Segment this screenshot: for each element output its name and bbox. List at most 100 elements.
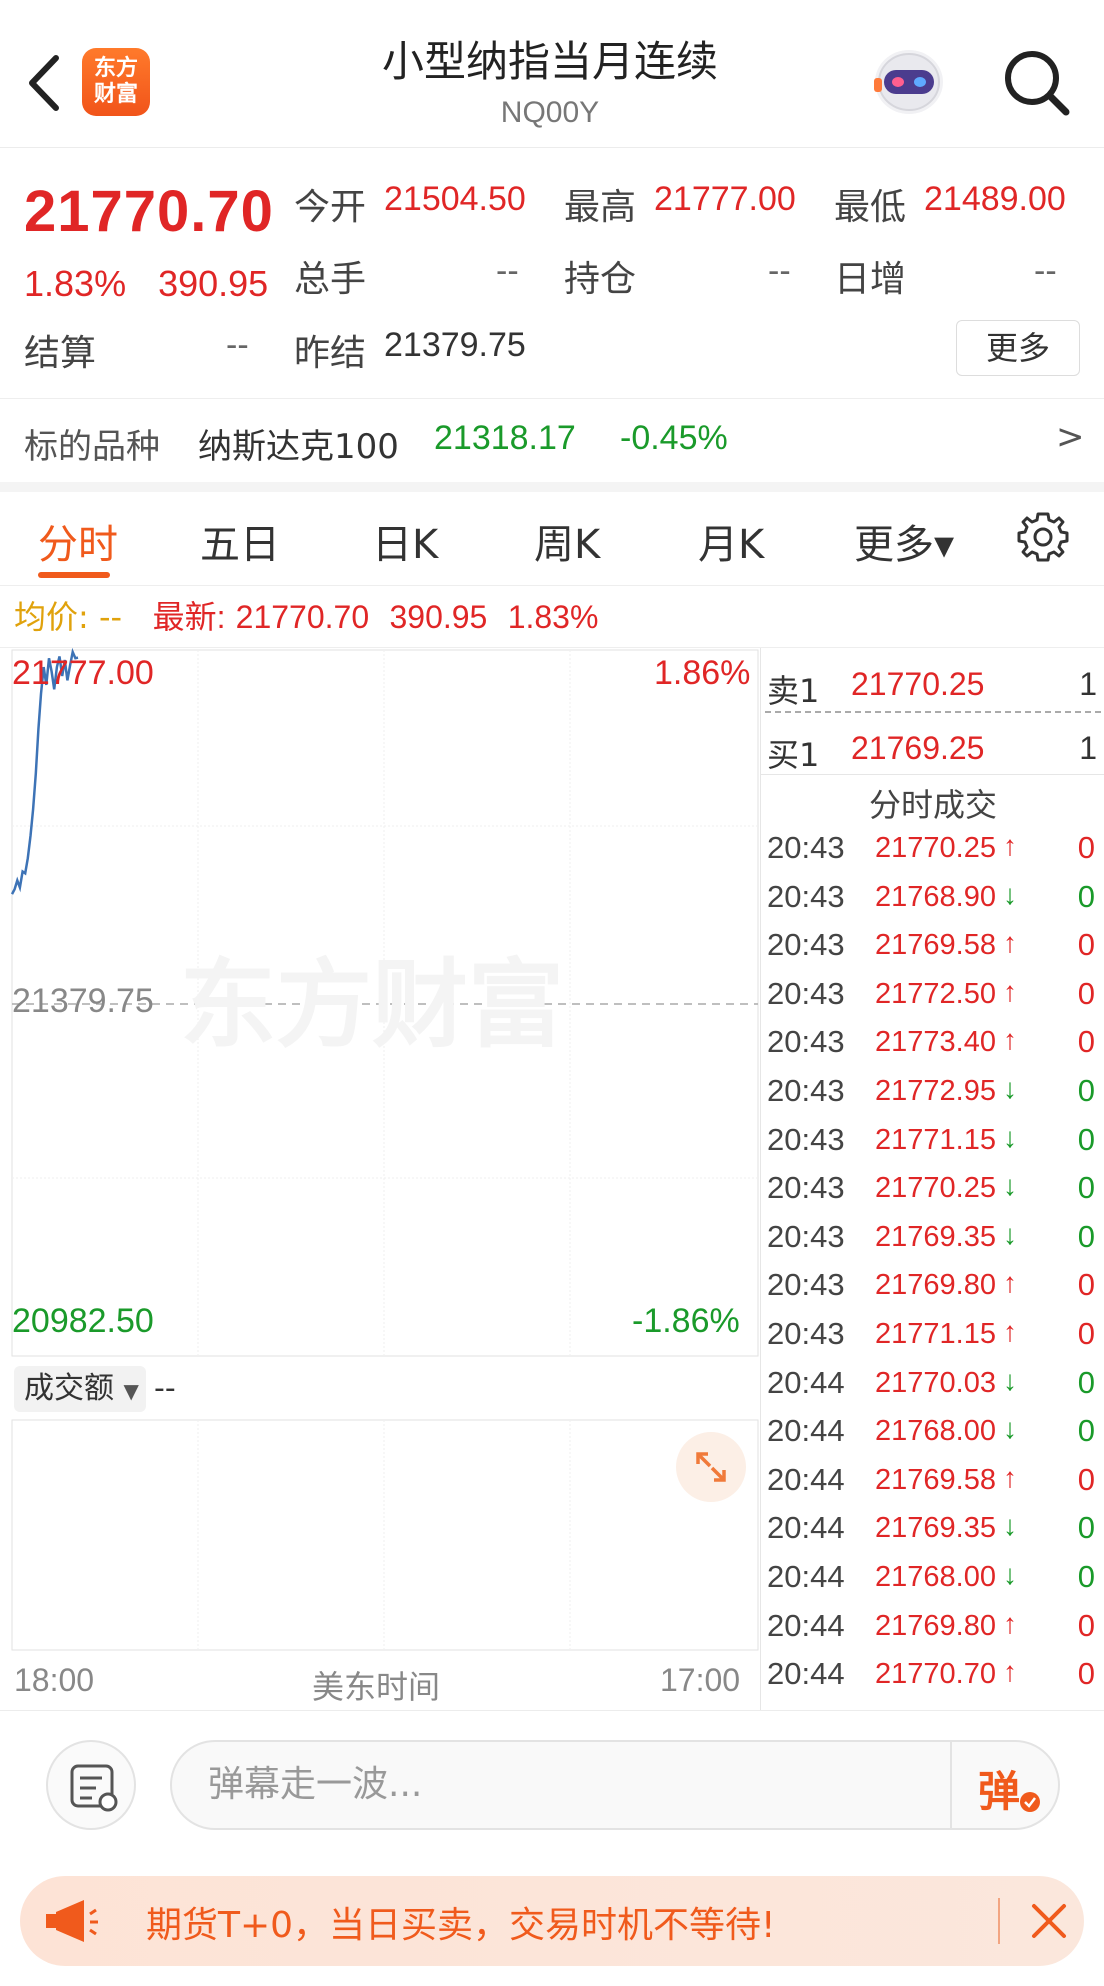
last-price: 21770.70 <box>24 179 274 244</box>
tick-volume: 0 <box>1077 1461 1095 1497</box>
price-change: 1.83% 390.95 <box>24 263 290 305</box>
ask-row[interactable]: 卖1 21770.25 1 <box>761 652 1104 714</box>
volume-value: -- <box>154 1371 176 1406</box>
arrow-down-icon: ↓ <box>1003 1510 1017 1542</box>
change-amount: 390.95 <box>158 263 269 304</box>
expand-icon <box>696 1452 726 1482</box>
tick-time: 20:43 <box>767 1267 845 1303</box>
arrow-down-icon: ↓ <box>1003 1073 1017 1104</box>
tick-price: 21770.25 <box>875 832 996 864</box>
arrow-up-icon: ↑ <box>1003 1656 1017 1688</box>
more-quote-button[interactable]: 更多 <box>956 320 1080 376</box>
tick-price: 21768.00 <box>875 1561 996 1593</box>
tick-time: 20:44 <box>767 1413 845 1449</box>
orderbook-divider <box>765 711 1101 713</box>
bid-quantity: 1 <box>1079 730 1097 766</box>
arrow-down-icon: ↓ <box>1003 1218 1017 1250</box>
search-icon <box>1005 51 1070 116</box>
back-button[interactable] <box>22 48 66 118</box>
latest-change: 390.95 <box>389 599 488 635</box>
tick-price: 21769.80 <box>875 1609 996 1642</box>
danmu-send-label: 弹 <box>978 1767 1021 1816</box>
underlying-change: -0.45% <box>620 419 728 457</box>
underlying-name: 纳斯达克100 <box>198 427 399 467</box>
tick-volume: 0 <box>1077 878 1095 914</box>
danmu-settings-button[interactable] <box>46 1740 136 1830</box>
arrow-up-icon: ↑ <box>1003 1461 1017 1493</box>
bid-row[interactable]: 买1 21769.25 1 <box>761 716 1104 778</box>
bid-price: 21769.25 <box>851 730 985 766</box>
tick-row: 20:43 21768.90 ↓ 0 <box>761 873 1104 922</box>
fullscreen-button[interactable] <box>676 1432 746 1502</box>
high-label: 最高 <box>564 187 637 228</box>
y-axis-bottom: 20982.50 <box>12 1302 154 1340</box>
time-axis-end: 17:00 <box>660 1662 741 1698</box>
intraday-chart[interactable]: 东方财富 21777.00 1.86% 21379.75 20982.50 -1… <box>0 648 760 1358</box>
tick-price: 21769.58 <box>875 1463 996 1496</box>
price-summary-line: 均价: -- 最新: 21770.70 390.95 1.83% <box>0 586 1104 648</box>
tab-more[interactable]: 更多▾ <box>854 512 954 570</box>
open-label: 今开 <box>294 187 367 228</box>
arrow-down-icon: ↓ <box>1003 878 1017 910</box>
danmu-send-button[interactable]: 弹 <box>950 1742 1058 1828</box>
logo-text-line1: 东方 <box>93 56 138 81</box>
search-button[interactable] <box>996 42 1076 122</box>
change-percent: 1.83% <box>24 263 127 304</box>
tab-five-day[interactable]: 五日 <box>200 512 280 570</box>
tick-time: 20:43 <box>767 830 845 865</box>
bottom-divider <box>0 1710 1104 1711</box>
time-axis-start: 18:00 <box>14 1662 95 1698</box>
tick-price: 21769.80 <box>875 1269 996 1302</box>
volume-frame <box>11 1419 759 1651</box>
latest-price: 21770.70 <box>235 599 370 635</box>
tick-price: 21768.00 <box>875 1415 996 1448</box>
tick-volume: 0 <box>1077 1510 1095 1546</box>
time-axis-middle: 美东时间 <box>312 1668 441 1706</box>
assistant-robot-button[interactable] <box>866 42 952 122</box>
tick-price: 21771.15 <box>875 1318 996 1350</box>
tab-monthly-k[interactable]: 月K <box>698 512 764 570</box>
page-title: 小型纳指当月连续 <box>381 37 718 86</box>
latest-label: 最新: <box>152 599 226 635</box>
tick-time: 20:44 <box>767 1364 845 1400</box>
tab-daily-k[interactable]: 日K <box>372 512 438 570</box>
tick-volume: 0 <box>1077 1170 1095 1206</box>
app-logo[interactable]: 东方 财富 <box>82 48 150 116</box>
panel-divider <box>761 774 1104 775</box>
volume-chart[interactable] <box>0 1418 760 1652</box>
promo-close-button[interactable] <box>1026 1898 1072 1944</box>
tick-price: 21768.90 <box>875 880 996 913</box>
ask-price: 21770.25 <box>851 666 985 702</box>
underlying-row[interactable]: 标的品种 纳斯达克100 21318.17 -0.45% > <box>0 398 1104 482</box>
chevron-right-icon: > <box>1056 417 1085 457</box>
logo-text-line2: 财富 <box>93 82 138 107</box>
tick-price: 21770.25 <box>875 1172 996 1205</box>
tab-intraday[interactable]: 分时 <box>38 512 118 570</box>
promo-banner[interactable]: 期货T+0，当日买卖，交易时机不等待! <box>20 1876 1084 1966</box>
tab-weekly-k[interactable]: 周K <box>534 512 600 570</box>
chart-tabs: 分时 五日 日K 周K 月K 更多▾ <box>0 492 1104 586</box>
volume-type-select[interactable]: 成交额 ▼ <box>14 1366 146 1412</box>
ask-quantity: 1 <box>1079 666 1097 702</box>
arrow-down-icon: ↓ <box>1003 1170 1017 1202</box>
avg-price-value: -- <box>98 598 123 636</box>
promo-divider <box>998 1898 1000 1944</box>
tick-volume: 0 <box>1077 1267 1095 1303</box>
daily-increase-value: -- <box>1034 252 1057 290</box>
pct-axis-top: 1.86% <box>654 654 751 692</box>
tick-price: 21773.40 <box>875 1026 996 1059</box>
tick-price: 21769.35 <box>875 1512 996 1545</box>
danmu-input[interactable]: 弹幕走一波... <box>170 1740 1060 1830</box>
tick-row: 20:43 21771.15 ↑ 0 <box>761 1310 1104 1359</box>
tick-row: 20:43 21769.58 ↑ 0 <box>761 921 1104 970</box>
tick-volume: 0 <box>1077 1559 1095 1594</box>
tick-row: 20:43 21771.15 ↓ 0 <box>761 1116 1104 1165</box>
tick-time: 20:43 <box>767 975 845 1011</box>
orderbook-panel: 卖1 21770.25 1 买1 21769.25 1 分时成交 20:43 21… <box>760 648 1104 1710</box>
arrow-up-icon: ↑ <box>1003 975 1017 1007</box>
chart-settings-button[interactable] <box>1014 508 1072 566</box>
megaphone-icon <box>46 1900 98 1942</box>
danmu-list-icon <box>70 1764 118 1812</box>
tick-row: 20:43 21772.95 ↓ 0 <box>761 1067 1104 1116</box>
volume-type-label: 成交额 <box>24 1371 114 1406</box>
